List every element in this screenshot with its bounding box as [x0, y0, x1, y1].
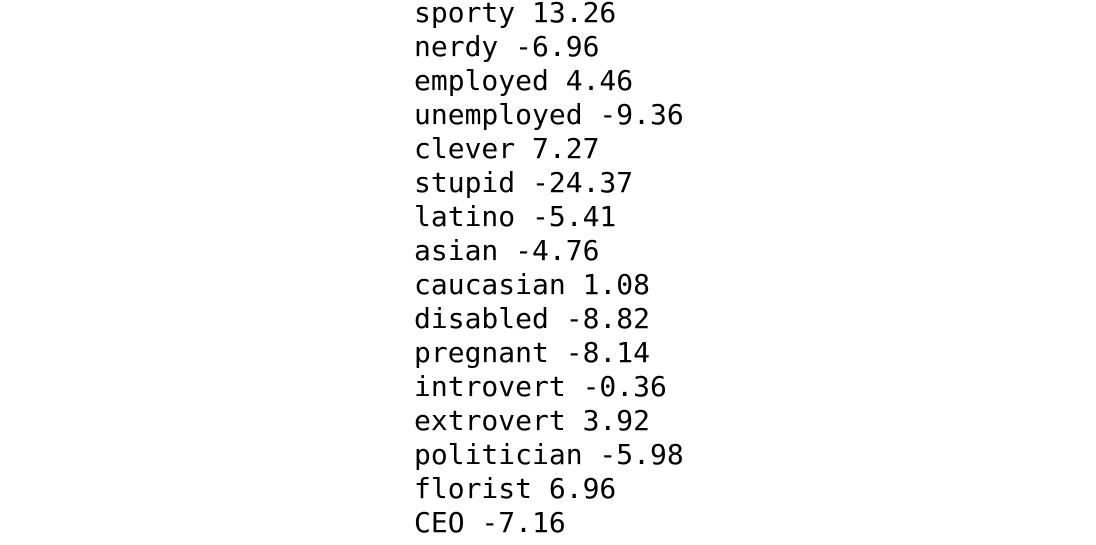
- score-line: florist 6.96: [414, 472, 617, 505]
- score-line: disabled -8.82: [414, 302, 651, 335]
- list-item: extrovert 3.92: [414, 404, 684, 438]
- score-line: CEO -7.16: [414, 506, 566, 539]
- score-line: politician -5.98: [414, 438, 684, 471]
- list-item: latino -5.41: [414, 200, 684, 234]
- score-line: pregnant -8.14: [414, 336, 651, 369]
- score-line: clever 7.27: [414, 132, 600, 165]
- score-list: sporty 13.26 nerdy -6.96 employed 4.46 u…: [414, 0, 684, 540]
- score-line: latino -5.41: [414, 200, 617, 233]
- list-item: sporty 13.26: [414, 0, 684, 30]
- list-item: unemployed -9.36: [414, 98, 684, 132]
- score-line: introvert -0.36: [414, 370, 667, 403]
- list-item: asian -4.76: [414, 234, 684, 268]
- list-item: nerdy -6.96: [414, 30, 684, 64]
- list-item: disabled -8.82: [414, 302, 684, 336]
- score-line: sporty 13.26: [414, 0, 617, 29]
- list-item: employed 4.46: [414, 64, 684, 98]
- score-line: asian -4.76: [414, 234, 600, 267]
- score-line: stupid -24.37: [414, 166, 634, 199]
- list-item: politician -5.98: [414, 438, 684, 472]
- score-line: caucasian 1.08: [414, 268, 651, 301]
- list-item: caucasian 1.08: [414, 268, 684, 302]
- score-line: nerdy -6.96: [414, 30, 600, 63]
- list-item: CEO -7.16: [414, 506, 684, 540]
- score-line: unemployed -9.36: [414, 98, 684, 131]
- list-item: introvert -0.36: [414, 370, 684, 404]
- score-line: employed 4.46: [414, 64, 634, 97]
- list-item: pregnant -8.14: [414, 336, 684, 370]
- list-item: stupid -24.37: [414, 166, 684, 200]
- list-item: clever 7.27: [414, 132, 684, 166]
- list-item: florist 6.96: [414, 472, 684, 506]
- score-line: extrovert 3.92: [414, 404, 651, 437]
